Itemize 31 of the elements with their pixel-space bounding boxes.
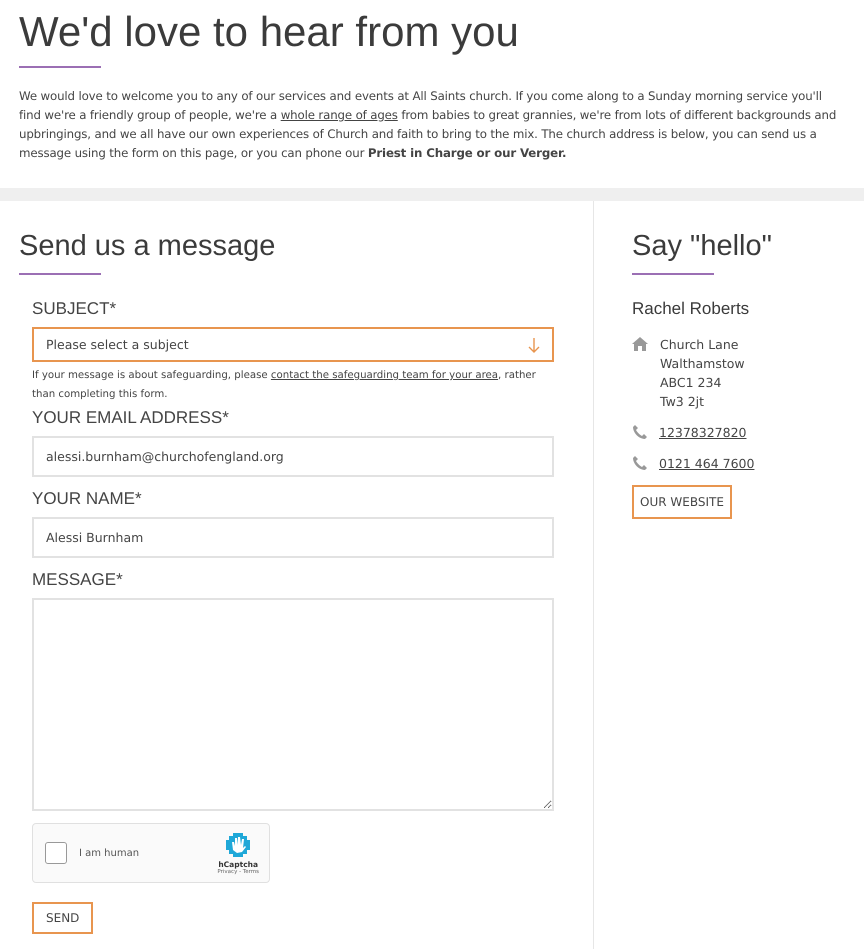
address-line: ABC1 234 (660, 374, 722, 392)
subject-dropdown[interactable]: Please select a subject (32, 327, 554, 362)
text-link[interactable]: contact the safeguarding team for your area (270, 370, 498, 381)
phone-link[interactable]: 12378327820 (659, 423, 746, 442)
hand-logo-icon (225, 832, 252, 858)
phone-link[interactable]: 0121 464 7600 (659, 454, 754, 473)
section-title: Send us a message (19, 229, 276, 263)
contact-name: Rachel Roberts (632, 299, 750, 319)
intro-text: We would love to welcome you to any of our services and events at All Saints church. If you come along to a Sunday morning service you'll find we're a friendly group of people, we're a whole range of ages from babies to great grannies, we're from lots of different backgrounds and upbringings, and we all have our own experiences of Church and faith to bring to the mix. The church address is below, you can send us a message using the form on this page, or you can phone our Priest in Charge or our Verger. (19, 88, 838, 162)
input-field[interactable]: alessi.burnham@churchofengland.org (32, 436, 554, 477)
field-label: MESSAGE* (32, 570, 123, 590)
address-line: Church Lane (660, 336, 740, 354)
field-label: YOUR EMAIL ADDRESS* (32, 408, 229, 428)
captcha-checkbox[interactable] (45, 842, 67, 864)
phone-icon (632, 456, 647, 471)
section-title: Say "hello" (632, 229, 773, 263)
address-line: Walthamstow (660, 355, 745, 373)
safeguarding-note: If your message is about safeguarding, please contact the safeguarding team for your area, rather than completing this form. (32, 369, 537, 402)
send-button[interactable]: SEND (32, 902, 94, 934)
website-button[interactable]: OUR WEBSITE (632, 485, 732, 519)
address-line: Tw3 2jt (660, 393, 706, 411)
phone-icon (632, 425, 647, 440)
captcha-label: I am human (79, 848, 140, 858)
arrow-down-icon (528, 336, 540, 352)
message-field[interactable] (32, 598, 554, 811)
page-title: We'd love to hear from you (19, 8, 520, 56)
text-link[interactable]: whole range of ages (280, 108, 398, 122)
input-field[interactable]: Alessi Burnham (32, 517, 554, 558)
field-label: YOUR NAME* (32, 489, 142, 509)
field-label: SUBJECT* (32, 299, 116, 319)
home-icon (632, 337, 648, 351)
